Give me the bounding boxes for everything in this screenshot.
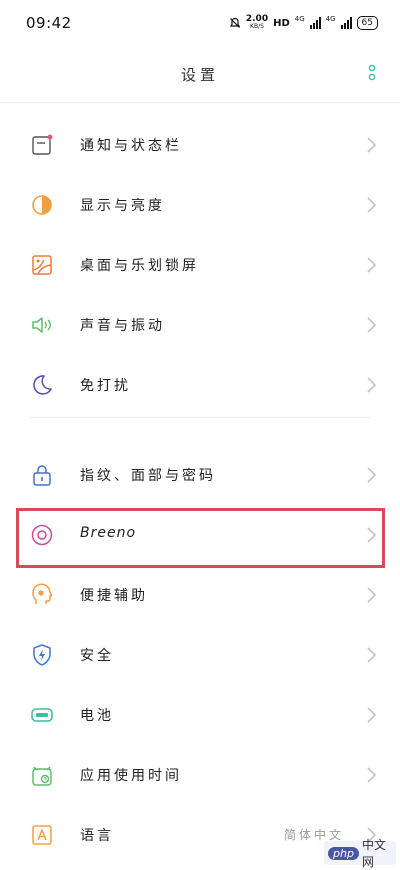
settings-item-do-not-disturb[interactable]: 免打扰	[0, 355, 400, 415]
breeno-icon	[31, 524, 53, 546]
watermark-logo: php	[328, 846, 359, 860]
settings-item-sound[interactable]: 声音与振动	[0, 295, 400, 355]
chevron-right-icon	[367, 647, 376, 663]
settings-item-label: 便捷辅助	[80, 588, 148, 604]
settings-item-label: 指纹、面部与密码	[80, 468, 216, 484]
chevron-right-icon	[367, 257, 376, 273]
settings-item-label: 桌面与乐划锁屏	[80, 258, 199, 274]
mute-bell-icon	[229, 17, 240, 28]
settings-item-security[interactable]: 安全	[0, 625, 400, 685]
page-title: 设置	[180, 66, 219, 84]
language-icon	[32, 825, 52, 845]
moon-icon	[33, 375, 52, 395]
settings-item-security-credentials[interactable]: 指纹、面部与密码	[0, 445, 400, 505]
shield-icon	[33, 644, 51, 666]
chevron-right-icon	[367, 587, 376, 603]
settings-item-label: 应用使用时间	[80, 768, 182, 784]
settings-item-label: 通知与状态栏	[80, 138, 182, 154]
settings-item-label: 电池	[80, 708, 114, 724]
settings-item-label: 免打扰	[80, 378, 131, 394]
app-timer-icon	[32, 766, 52, 786]
net-speed: 2.00 KB/S	[245, 14, 269, 31]
signal-bars-2-icon	[340, 17, 352, 29]
chevron-right-icon	[367, 527, 376, 543]
settings-list: 通知与状态栏 显示与亮度 桌面与乐划锁屏 声音与振动 免打扰 指纹、面部与密码 …	[0, 115, 400, 865]
app-header: 设置	[0, 46, 400, 103]
settings-item-label: 安全	[80, 648, 114, 664]
notification-icon	[32, 134, 53, 155]
chevron-right-icon	[367, 767, 376, 783]
more-options-icon[interactable]	[368, 64, 376, 86]
hd-indicator: HD	[273, 17, 290, 29]
wallpaper-icon	[32, 255, 52, 275]
settings-item-wallpaper[interactable]: 桌面与乐划锁屏	[0, 235, 400, 295]
group-divider	[0, 415, 400, 445]
status-bar: 09:42 2.00 KB/S HD 4G 4G 65	[0, 0, 400, 46]
settings-item-label: 显示与亮度	[80, 198, 165, 214]
brightness-icon	[32, 195, 52, 215]
settings-item-accessibility[interactable]: 便捷辅助	[0, 565, 400, 625]
signal-bars-1-icon	[309, 17, 321, 29]
assist-icon	[32, 583, 53, 604]
settings-item-label: Breeno	[80, 525, 137, 541]
battery-indicator: 65	[356, 16, 378, 30]
chevron-right-icon	[367, 707, 376, 723]
settings-item-battery[interactable]: 电池	[0, 685, 400, 745]
clock: 09:42	[26, 14, 72, 32]
chevron-right-icon	[367, 317, 376, 333]
settings-item-display[interactable]: 显示与亮度	[0, 175, 400, 235]
chevron-right-icon	[367, 197, 376, 213]
lock-icon	[33, 465, 51, 486]
watermark: php 中文网	[324, 838, 396, 869]
speaker-icon	[32, 317, 51, 333]
status-icons: 2.00 KB/S HD 4G 4G 65	[229, 15, 378, 31]
settings-item-label: 声音与振动	[80, 318, 165, 334]
chevron-right-icon	[367, 377, 376, 393]
settings-item-breeno[interactable]: Breeno	[0, 505, 400, 565]
signal-label-2: 4G	[325, 15, 336, 23]
signal-label-1: 4G	[294, 15, 305, 23]
settings-item-app-usage[interactable]: 应用使用时间	[0, 745, 400, 805]
settings-item-label: 语言	[80, 828, 114, 844]
chevron-right-icon	[367, 137, 376, 153]
battery-icon	[31, 708, 53, 722]
watermark-text: 中文网	[361, 838, 386, 869]
chevron-right-icon	[367, 467, 376, 483]
settings-item-notifications[interactable]: 通知与状态栏	[0, 115, 400, 175]
